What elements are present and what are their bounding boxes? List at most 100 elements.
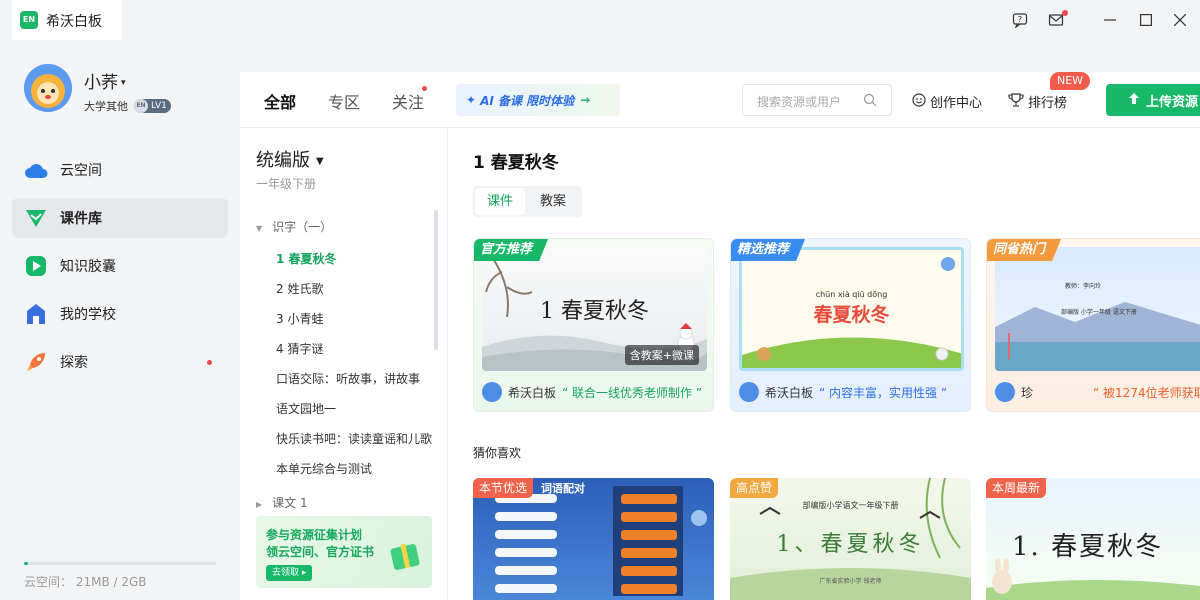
author-name: 希沃白板 [765,385,814,400]
thumbnail-teacher: 教师：李向玲 [1065,283,1102,290]
avatar[interactable] [24,64,72,112]
tree-lesson[interactable]: 1 春夏秋冬 [276,250,337,267]
recommend-card[interactable]: 高点赞 部编版小学语文一年级下册 1、春夏秋冬 广东省实验小学 钱老师 [730,478,971,600]
tree-lesson[interactable]: 快乐读书吧：读读童谣和儿歌 [276,430,432,447]
school-icon [24,302,48,326]
grade-label: 一年级下册 [256,177,317,191]
tree-lesson[interactable]: 语文园地一 [276,400,336,417]
thumbnail-title: 春夏秋冬 [813,304,890,326]
thumbnail-subtitle: 部编版 小学一年级 语文下册 [1061,309,1137,316]
edition-selector[interactable]: 统编版 ▼ [256,146,324,172]
mail-unread-dot [1062,10,1068,16]
upload-button[interactable]: 上传资源 [1106,84,1200,116]
app-logo: EN [20,11,38,29]
main-panel: 全部 专区 关注 ✦ AI 备课 限时体验 → 搜索资源或用户 创作中心 排行榜… [240,72,1200,600]
recommend-card[interactable]: 本周最新 1. 春夏秋冬 [986,478,1200,600]
user-info: 大学其他 EN LV1 [84,98,171,114]
tab-lesson-plan[interactable]: 教案 [528,188,578,215]
card-quote: “ 内容丰富，实用性强 ” [819,385,948,400]
author-avatar [739,382,759,402]
minimize-icon[interactable] [1100,10,1120,30]
section-title-recommend: 猜你喜欢 [473,446,522,460]
thumbnail-subtitle: 部编版小学语文一年级下册 [802,501,899,510]
sidebar-item-courseware[interactable]: 课件库 [12,198,228,238]
card-quote: “ 联合一线优秀老师制作 ” [562,385,703,400]
trophy-icon [1008,92,1024,111]
sparkle-icon: ✦ [466,93,477,107]
tree-lesson[interactable]: 本单元综合与测试 [276,460,372,477]
card-tag: 高点赞 [730,478,779,498]
thumbnail-title: 1 春夏秋冬 [540,299,649,324]
resource-card[interactable]: 教师：李向玲 部编版 小学一年级 语文下册 同省热门 珍 “ 被1274位老师获… [986,238,1200,412]
author-avatar [482,382,502,402]
tree-lesson[interactable]: 2 姓氏歌 [276,280,323,297]
tree-scrollbar[interactable] [434,210,438,350]
chevron-down-icon: ▼ [256,224,263,233]
author-name: 珍 [1021,385,1034,400]
new-badge: NEW [1050,72,1091,90]
resource-type-switch: 课件 教案 [473,186,582,217]
chapter-tree: 统编版 ▼ 一年级下册 ▼ 识字（一） 1 春夏秋冬 2 姓氏歌 3 小青蛙 4 猜… [240,128,448,600]
search-icon[interactable] [863,93,877,110]
ranking-link[interactable]: 排行榜 [1008,92,1067,111]
card-quote: “ 被1274位老师获取 [1093,385,1200,400]
cloud-icon [24,158,48,182]
username[interactable]: 小荞 ▾ [84,68,126,93]
thumbnail-title: 1、春夏秋冬 [776,532,925,557]
sidebar-item-school[interactable]: 我的学校 [12,294,228,334]
page-title: 1 春夏秋冬 [473,153,559,173]
tab-follow[interactable]: 关注 [392,89,424,113]
tab-all[interactable]: 全部 [264,89,296,113]
storage-bar [24,562,216,565]
chevron-down-icon: ▼ [316,155,324,167]
card-thumbnail: 教师：李向玲 部编版 小学一年级 语文下册 [995,247,1200,371]
resource-card[interactable]: chūn xià qiū dōng 春夏秋冬 精选推荐 希沃白板 “ 内容丰富，… [730,238,971,412]
upload-icon [1128,92,1140,109]
title-bar: EN 希沃白板 ? [0,0,1200,40]
includes-badge: 含教案+微课 [624,345,699,365]
tree-unit[interactable]: ▶ 课文 1 [256,494,308,508]
tree-lesson[interactable]: 口语交际：听故事，讲故事 [276,370,420,387]
tree-lesson[interactable]: 4 猜字谜 [276,340,323,357]
svg-text:?: ? [1018,15,1022,24]
claim-button[interactable]: 去领取 ▸ [266,565,313,581]
sidebar-item-capsule[interactable]: 知识胶囊 [12,246,228,286]
app-title: 希沃白板 [46,14,102,30]
top-nav: 全部 专区 关注 ✦ AI 备课 限时体验 → 搜索资源或用户 创作中心 排行榜… [240,72,1200,128]
promo-banner[interactable]: 参与资源征集计划 领云空间、官方证书 去领取 ▸ [256,516,432,588]
follow-unread-dot [422,86,427,91]
card-footer: 珍 “ 被1274位老师获取 [995,381,1200,403]
create-center-link[interactable]: 创作中心 [912,92,982,111]
close-icon[interactable] [1170,10,1190,30]
level-badge: EN LV1 [134,99,171,113]
tab-zone[interactable]: 专区 [328,89,360,113]
arrow-right-icon: → [580,93,591,107]
user-role: 大学其他 [84,100,128,113]
card-tag: 本节优选 [473,478,534,498]
rocket-icon [24,350,48,374]
search-input[interactable]: 搜索资源或用户 [742,84,892,116]
maximize-icon[interactable] [1136,10,1156,30]
author-name: 希沃白板 [508,385,557,400]
card-thumbnail: 1 春夏秋冬 含教案+微课 [482,247,707,371]
explore-unread-dot [207,360,212,365]
card-tag: 同省热门 [987,239,1062,261]
recommend-card[interactable]: 本节优选 词语配对 [473,478,714,600]
gift-icon [390,543,420,570]
resource-card[interactable]: 1 春夏秋冬 含教案+微课 官方推荐 希沃白板 “ 联合一线优秀老师制作 ” [473,238,714,412]
chevron-right-icon: ▶ [256,500,263,508]
storage-bar-fill [24,562,28,565]
tab-courseware[interactable]: 课件 [475,188,526,215]
thumbnail-title: 词语配对 [541,482,585,495]
help-icon[interactable]: ? [1010,10,1030,30]
storage-text: 云空间： 21MB / 2GB [24,575,147,589]
card-footer: 希沃白板 “ 联合一线优秀老师制作 ” [482,381,712,403]
tree-lesson[interactable]: 3 小青蛙 [276,310,323,327]
card-tag: 官方推荐 [474,239,549,261]
ai-banner[interactable]: ✦ AI 备课 限时体验 → [456,84,620,116]
thumbnail-title: 1. 春夏秋冬 [1012,532,1164,562]
chevron-down-icon: ▾ [121,78,126,88]
tree-unit[interactable]: ▼ 识字（一） [256,218,332,235]
sidebar-item-cloud[interactable]: 云空间 [12,150,228,190]
sidebar-item-explore[interactable]: 探索 [12,342,228,382]
